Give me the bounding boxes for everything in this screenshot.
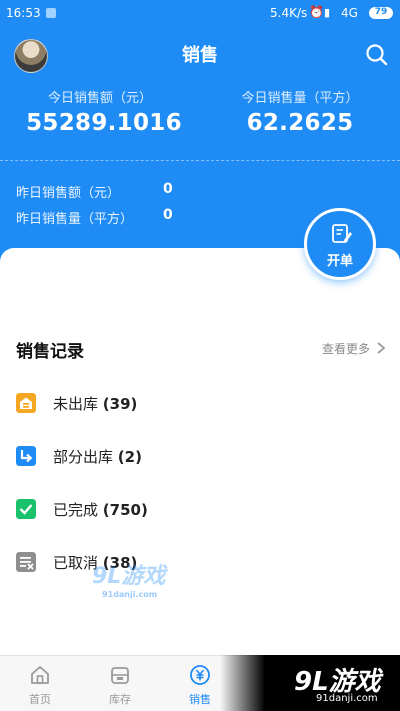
record-row-partial-shipped[interactable]: 部分出库 (2): [16, 443, 376, 469]
yesterday-amount-label: 昨日销售额（元）: [16, 186, 121, 201]
yen-icon: [190, 665, 210, 685]
create-order-label: 开单: [326, 254, 353, 269]
tab-label: 首页: [29, 693, 51, 706]
record-row-not-shipped[interactable]: 未出库 (39): [16, 390, 376, 416]
tab-label: 库存: [109, 693, 131, 706]
partial-shipment-icon: [16, 446, 36, 466]
today-volume-label: 今日销售量（平方）: [241, 91, 359, 106]
yesterday-amount-value: 0: [163, 181, 173, 197]
network-speed: 5.4K/s: [270, 6, 308, 20]
battery-level: 79: [369, 7, 393, 19]
status-time: 16:53: [6, 6, 41, 20]
cancelled-doc-icon: [16, 552, 36, 572]
signal-icon: ▮: [324, 6, 331, 19]
today-volume-value: 62.2625: [246, 110, 354, 136]
search-button[interactable]: [364, 42, 390, 68]
record-label: 已完成 (750): [53, 501, 148, 519]
edit-note-icon: [332, 224, 352, 243]
today-amount-label: 今日销售额（元）: [47, 91, 152, 106]
create-order-button[interactable]: 开单: [304, 208, 376, 280]
see-more-link[interactable]: 查看更多: [322, 340, 370, 357]
check-icon: [16, 499, 36, 519]
yesterday-volume-value: 0: [163, 207, 173, 223]
record-label: 部分出库 (2): [53, 448, 142, 466]
warehouse-icon: [16, 393, 36, 413]
notification-icon: [46, 8, 56, 18]
chevron-right-icon[interactable]: [376, 341, 386, 355]
today-amount-value: 55289.1016: [26, 110, 182, 136]
section-title: 销售记录: [16, 342, 84, 362]
home-icon: [31, 666, 49, 684]
yesterday-volume-label: 昨日销售量（平方）: [16, 212, 134, 227]
tab-inventory[interactable]: 库存: [80, 656, 160, 711]
page-title: 销售: [182, 45, 218, 66]
status-bar: 16:53 5.4K/s ⏰ ▮ 4G 79: [0, 0, 400, 28]
record-label: 未出库 (39): [53, 395, 138, 413]
watermark-corner: 9L游戏 91danji.com: [220, 655, 400, 711]
record-row-cancelled[interactable]: 已取消 (38): [16, 549, 376, 575]
tab-home[interactable]: 首页: [0, 656, 80, 711]
watermark-logo: 9L游戏 91danji.com: [92, 564, 166, 599]
alarm-icon: ⏰: [309, 5, 324, 19]
inventory-icon: [111, 667, 129, 684]
network-type: 4G: [341, 6, 358, 20]
divider: [0, 160, 400, 161]
search-icon: [366, 44, 388, 66]
record-row-completed[interactable]: 已完成 (750): [16, 496, 376, 522]
